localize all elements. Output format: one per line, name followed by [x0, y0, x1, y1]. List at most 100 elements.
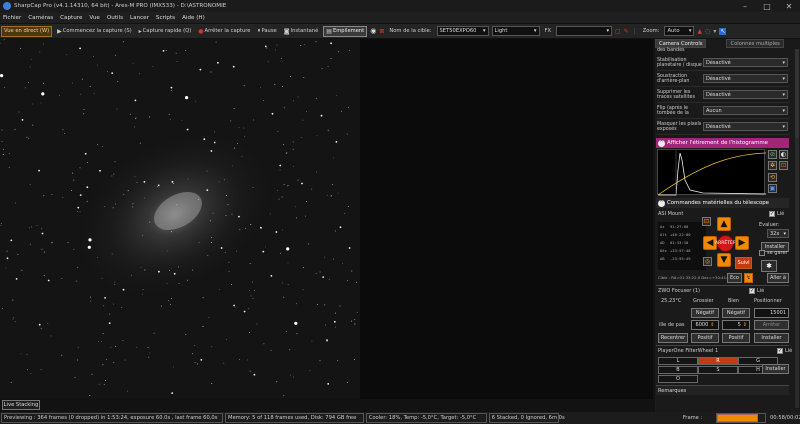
park-checkbox[interactable]	[759, 250, 765, 256]
filter-r[interactable]: R	[698, 357, 738, 365]
north-west-icon[interactable]: ⊡	[702, 217, 711, 226]
focuser-linked-checkbox[interactable]: ✓	[749, 288, 755, 294]
fx-select[interactable]: ▾	[556, 26, 613, 36]
unpark-icon[interactable]: ↯	[744, 273, 753, 283]
setting-select[interactable]: Désactivé ▾	[703, 58, 788, 67]
star	[327, 129, 329, 131]
zoom-select[interactable]: Auto ▾	[664, 26, 695, 36]
menu-cameras[interactable]: Caméras	[28, 15, 53, 21]
reset-icon[interactable]: ⟲	[768, 173, 777, 182]
star	[6, 250, 8, 252]
contrast-icon[interactable]: ◐	[779, 150, 788, 159]
menu-launch[interactable]: Lancer	[130, 15, 149, 21]
focuser-install-button[interactable]: Installer	[754, 333, 789, 343]
filter-l[interactable]: L	[658, 357, 698, 365]
park-button[interactable]: Eco	[727, 273, 742, 283]
stop-slew-button[interactable]: ARRÊTER	[715, 235, 736, 252]
star	[101, 340, 102, 342]
menu-tools[interactable]: Outils	[107, 15, 123, 21]
setting-select[interactable]: Désactivé ▾	[703, 90, 788, 99]
coarse-positive-button[interactable]: Positif	[691, 333, 719, 343]
fine-negative-button[interactable]: Négatif	[722, 308, 750, 318]
menu-capture[interactable]: Capture	[60, 15, 82, 21]
star	[262, 250, 265, 253]
star	[28, 227, 30, 229]
histogram-off-icon[interactable]: ✎	[624, 28, 629, 35]
position-field[interactable]: 15001	[754, 308, 789, 318]
coarse-negative-button[interactable]: Négatif	[691, 308, 719, 318]
setting-select[interactable]: Désactivé ▾	[703, 74, 788, 83]
telescope-header[interactable]: ^ Commandes matérielles du télescope	[656, 198, 789, 208]
filterwheel-install-button[interactable]: Installer	[762, 364, 789, 374]
goto-button[interactable]: Aller à	[767, 273, 789, 283]
star	[211, 237, 213, 238]
star	[171, 231, 173, 233]
save-icon[interactable]: ▣	[768, 184, 777, 193]
remarks-section[interactable]: Remarques	[656, 385, 789, 395]
slew-east-button[interactable]: ▶	[735, 236, 749, 250]
menu-scripts[interactable]: Scripts	[156, 15, 175, 21]
focus-icon[interactable]: ▾	[713, 28, 716, 35]
record-icon[interactable]: ◉	[370, 27, 376, 35]
slew-rate-select[interactable]: 32x ▾	[767, 229, 789, 238]
setting-select[interactable]: Désactivé ▾	[703, 122, 788, 131]
filter-b[interactable]: B	[658, 366, 698, 374]
fine-label: Bien	[728, 298, 740, 304]
slew-south-button[interactable]: ▼	[717, 253, 731, 267]
histogram-chart[interactable]	[657, 149, 767, 196]
menu-help[interactable]: Aide (H)	[182, 15, 205, 21]
settings-scrollbar[interactable]	[795, 49, 799, 139]
coarse-step-field[interactable]: 6000 ⇕	[691, 320, 719, 330]
filterwheel-linked-checkbox[interactable]: ✓	[777, 348, 783, 354]
setting-select[interactable]: Aucun ▾	[703, 106, 788, 115]
focuser-stop-button[interactable]: Arrêter	[754, 320, 789, 330]
live-view-button[interactable]: Vue en direct (W)	[1, 25, 53, 37]
camera-image-view[interactable]	[0, 39, 653, 399]
coarse-negative-label: Négatif	[695, 310, 715, 316]
filter-label: G	[756, 358, 760, 364]
close-icon[interactable]: ✕	[778, 0, 800, 12]
histogram-header[interactable]: ^ Afficher l'étirement de l'histogramme	[656, 138, 789, 148]
crosshair-icon[interactable]: ◌	[705, 28, 710, 35]
highlight-icon[interactable]: ▲	[697, 28, 702, 35]
gear-icon[interactable]: ✲	[768, 161, 777, 170]
fine-positive-button[interactable]: Positif	[722, 333, 750, 343]
star-icon[interactable]: ✱	[761, 260, 777, 272]
target-name-select[interactable]: SET50EXPO60 ▾	[436, 26, 489, 36]
menu-file[interactable]: Fichier	[3, 15, 21, 21]
slew-north-button[interactable]: ▲	[717, 217, 731, 231]
cursor-icon[interactable]: ↖	[719, 27, 727, 35]
star	[141, 293, 143, 295]
home-icon[interactable]: ◎	[703, 257, 712, 266]
recenter-button[interactable]: Recentrer	[658, 333, 688, 343]
live-stacking-button[interactable]: Live Stacking	[2, 400, 40, 410]
star	[293, 376, 294, 378]
pause-button[interactable]: ⏸ Pause	[255, 26, 278, 37]
tracking-button[interactable]: Suivi	[735, 257, 752, 269]
stop-capture-button[interactable]: ● Arrêter la capture	[196, 26, 252, 37]
mount-linked-checkbox[interactable]: ✓	[769, 211, 775, 217]
fine-step-field[interactable]: 5 ⇕	[722, 320, 750, 330]
menu-view[interactable]: Vue	[89, 15, 99, 21]
stacking-button[interactable]: ▤ Empilement	[323, 25, 368, 37]
grid-icon[interactable]: ⋮	[632, 28, 638, 35]
tab-camera-controls[interactable]: Camera Controls	[655, 39, 707, 48]
auto-stretch-icon[interactable]: ⊘	[768, 150, 777, 159]
star	[122, 340, 124, 341]
star	[302, 266, 304, 268]
telescope-title: Commandes matérielles du télescope	[667, 200, 769, 206]
tab-multi-columns[interactable]: Colonnes multiples	[726, 39, 784, 48]
stretch-icon[interactable]: ⊡	[779, 161, 788, 170]
reticle-icon[interactable]: ▢	[615, 28, 621, 35]
star	[87, 162, 89, 163]
panel-scrollbar[interactable]	[795, 138, 799, 408]
filter-s[interactable]: S	[698, 366, 738, 374]
snapshot-button[interactable]: ◙ Instantané	[282, 26, 321, 37]
filter-o[interactable]: O	[658, 375, 698, 383]
maximize-icon[interactable]: □	[756, 0, 778, 12]
start-capture-button[interactable]: ▶ Commencez la capture (S)	[55, 26, 134, 37]
frame-type-select[interactable]: Light ▾	[491, 26, 540, 36]
quick-capture-button[interactable]: ▸ Capture rapide (Q)	[137, 26, 194, 37]
star	[346, 133, 348, 135]
minimize-icon[interactable]: –	[734, 0, 756, 12]
